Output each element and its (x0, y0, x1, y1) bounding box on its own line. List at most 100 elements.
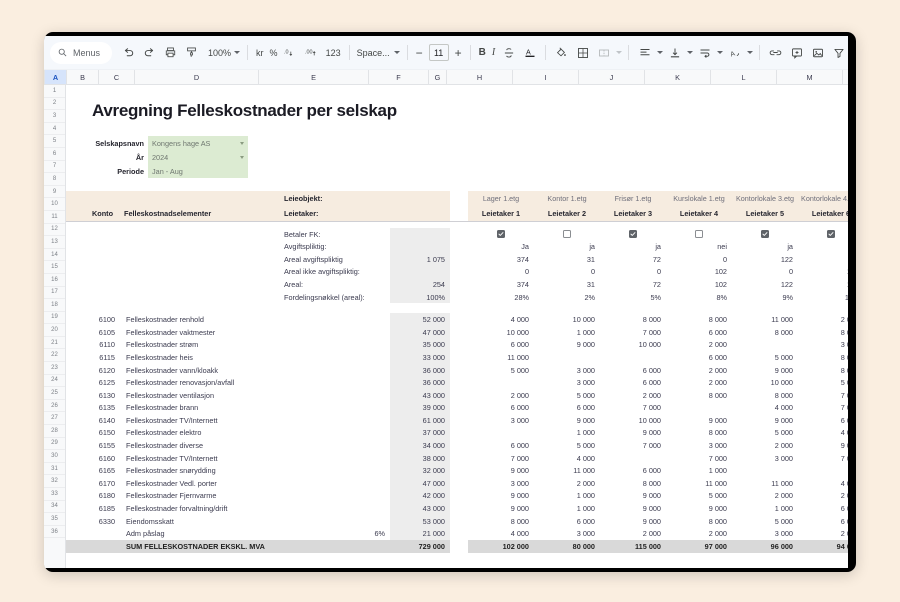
row-header-36[interactable]: 36 (44, 526, 65, 539)
italic-button[interactable]: I (489, 42, 498, 63)
row-value-4-2[interactable] (534, 351, 600, 364)
row-value-1-1[interactable]: 4 000 (468, 313, 534, 326)
column-header-n[interactable] (843, 70, 848, 84)
row-pct-4[interactable] (280, 351, 390, 364)
meta-value-4-3[interactable]: 0 (600, 266, 666, 279)
font-size-stepper[interactable]: − 11 + (413, 44, 465, 61)
increase-font-size-button[interactable]: + (452, 46, 465, 60)
row-value-5-2[interactable]: 3 000 (534, 364, 600, 377)
cell-empty[interactable] (450, 414, 468, 427)
row-total-7[interactable]: 43 000 (390, 388, 450, 402)
fill-color-icon[interactable] (551, 42, 572, 63)
row-total-12[interactable]: 38 000 (390, 451, 450, 465)
increase-decimal-icon[interactable]: .00 (302, 42, 323, 63)
row-value-6-5[interactable]: 10 000 (732, 376, 798, 389)
row-konto-14[interactable]: 6170 (88, 477, 120, 490)
row-value-9-6[interactable]: 6 000 (798, 414, 848, 427)
redo-icon[interactable] (139, 42, 160, 63)
row-pct-1[interactable] (280, 313, 390, 326)
row-pct-2[interactable] (280, 326, 390, 339)
column-header-a[interactable]: A (45, 70, 67, 84)
row-pct-6[interactable] (280, 376, 390, 389)
row-value-14-1[interactable]: 3 000 (468, 477, 534, 490)
cell-empty[interactable] (120, 228, 156, 241)
strikethrough-icon[interactable] (498, 42, 519, 63)
row-name-12[interactable]: Felleskostnader TV/Internett (120, 452, 280, 465)
row-konto-17[interactable]: 6330 (88, 515, 120, 528)
insert-image-icon[interactable] (807, 42, 828, 63)
row-header-24[interactable]: 24 (44, 375, 65, 388)
row-header-13[interactable]: 13 (44, 236, 65, 249)
borders-icon[interactable] (572, 42, 593, 63)
meta-value-3-4[interactable]: 0 (666, 253, 732, 266)
row-value-10-3[interactable]: 9 000 (600, 427, 666, 440)
row-header-26[interactable]: 26 (44, 400, 65, 413)
row-value-1-4[interactable]: 8 000 (666, 313, 732, 326)
column-header-d[interactable]: D (135, 70, 259, 84)
row-total-10[interactable]: 37 000 (390, 426, 450, 440)
meta-total-2[interactable] (390, 240, 450, 253)
row-value-10-4[interactable]: 8 000 (666, 427, 732, 440)
row-header-30[interactable]: 30 (44, 450, 65, 463)
row-value-8-6[interactable]: 7 000 (798, 402, 848, 415)
row-pct-3[interactable] (280, 339, 390, 352)
row-value-13-3[interactable]: 6 000 (600, 464, 666, 477)
row-header-15[interactable]: 15 (44, 261, 65, 274)
row-value-12-3[interactable] (600, 452, 666, 465)
cell-empty[interactable] (66, 439, 88, 452)
meta-checkbox-1-2[interactable] (534, 228, 600, 241)
row-header-9[interactable]: 9 (44, 186, 65, 199)
meta-value-3-1[interactable]: 374 (468, 253, 534, 266)
row-value-16-5[interactable]: 1 000 (732, 502, 798, 515)
meta-value-6-3[interactable]: 5% (600, 291, 666, 304)
row-value-6-1[interactable] (468, 376, 534, 389)
row-value-12-6[interactable]: 7 000 (798, 452, 848, 465)
row-header-6[interactable]: 6 (44, 148, 65, 161)
cell-empty[interactable] (66, 427, 88, 440)
meta-checkbox-1-6[interactable] (798, 228, 848, 241)
bold-button[interactable]: B (476, 42, 489, 63)
meta-value-6-2[interactable]: 2% (534, 291, 600, 304)
row-value-11-3[interactable]: 7 000 (600, 439, 666, 452)
row-value-15-3[interactable]: 9 000 (600, 490, 666, 503)
meta-value-5-6[interactable]: 152 (798, 278, 848, 291)
row-value-3-2[interactable]: 9 000 (534, 339, 600, 352)
column-header-g[interactable]: G (429, 70, 447, 84)
font-family-select[interactable]: Space... (355, 48, 402, 58)
row-konto-1[interactable]: 6100 (88, 313, 120, 326)
row-pct-12[interactable] (280, 452, 390, 465)
row-value-1-3[interactable]: 8 000 (600, 313, 666, 326)
row-konto-7[interactable]: 6130 (88, 389, 120, 402)
row-name-13[interactable]: Felleskostnader snørydding (120, 464, 280, 477)
row-total-1[interactable]: 52 000 (390, 313, 450, 326)
cell-empty[interactable] (120, 240, 156, 253)
row-name-11[interactable]: Felleskostnader diverse (120, 439, 280, 452)
row-value-8-2[interactable]: 6 000 (534, 402, 600, 415)
row-value-15-6[interactable]: 2 000 (798, 490, 848, 503)
row-name-17[interactable]: Eiendomsskatt (120, 515, 280, 528)
row-pct-8[interactable] (280, 402, 390, 415)
cell-empty[interactable] (66, 490, 88, 503)
row-header-17[interactable]: 17 (44, 287, 65, 300)
cell-empty[interactable] (156, 266, 280, 279)
cell-empty[interactable] (66, 364, 88, 377)
cell-empty[interactable] (450, 326, 468, 339)
column-header-h[interactable]: H (447, 70, 513, 84)
cell-empty[interactable] (66, 402, 88, 415)
cell-empty[interactable] (156, 228, 280, 241)
row-value-3-3[interactable]: 10 000 (600, 339, 666, 352)
row-pct-10[interactable] (280, 427, 390, 440)
row-name-4[interactable]: Felleskostnader heis (120, 351, 280, 364)
cell-empty[interactable] (450, 376, 468, 389)
cell-empty[interactable] (450, 477, 468, 490)
row-value-12-2[interactable]: 4 000 (534, 452, 600, 465)
row-value-2-6[interactable]: 8 000 (798, 326, 848, 339)
row-value-15-4[interactable]: 5 000 (666, 490, 732, 503)
meta-checkbox-1-4[interactable] (666, 228, 732, 241)
row-konto-5[interactable]: 6120 (88, 364, 120, 377)
meta-value-4-1[interactable]: 0 (468, 266, 534, 279)
vertical-align-icon[interactable] (664, 42, 685, 63)
row-value-3-5[interactable] (732, 339, 798, 352)
cell-empty[interactable] (120, 291, 156, 304)
meta-checkbox-1-1[interactable] (468, 228, 534, 241)
